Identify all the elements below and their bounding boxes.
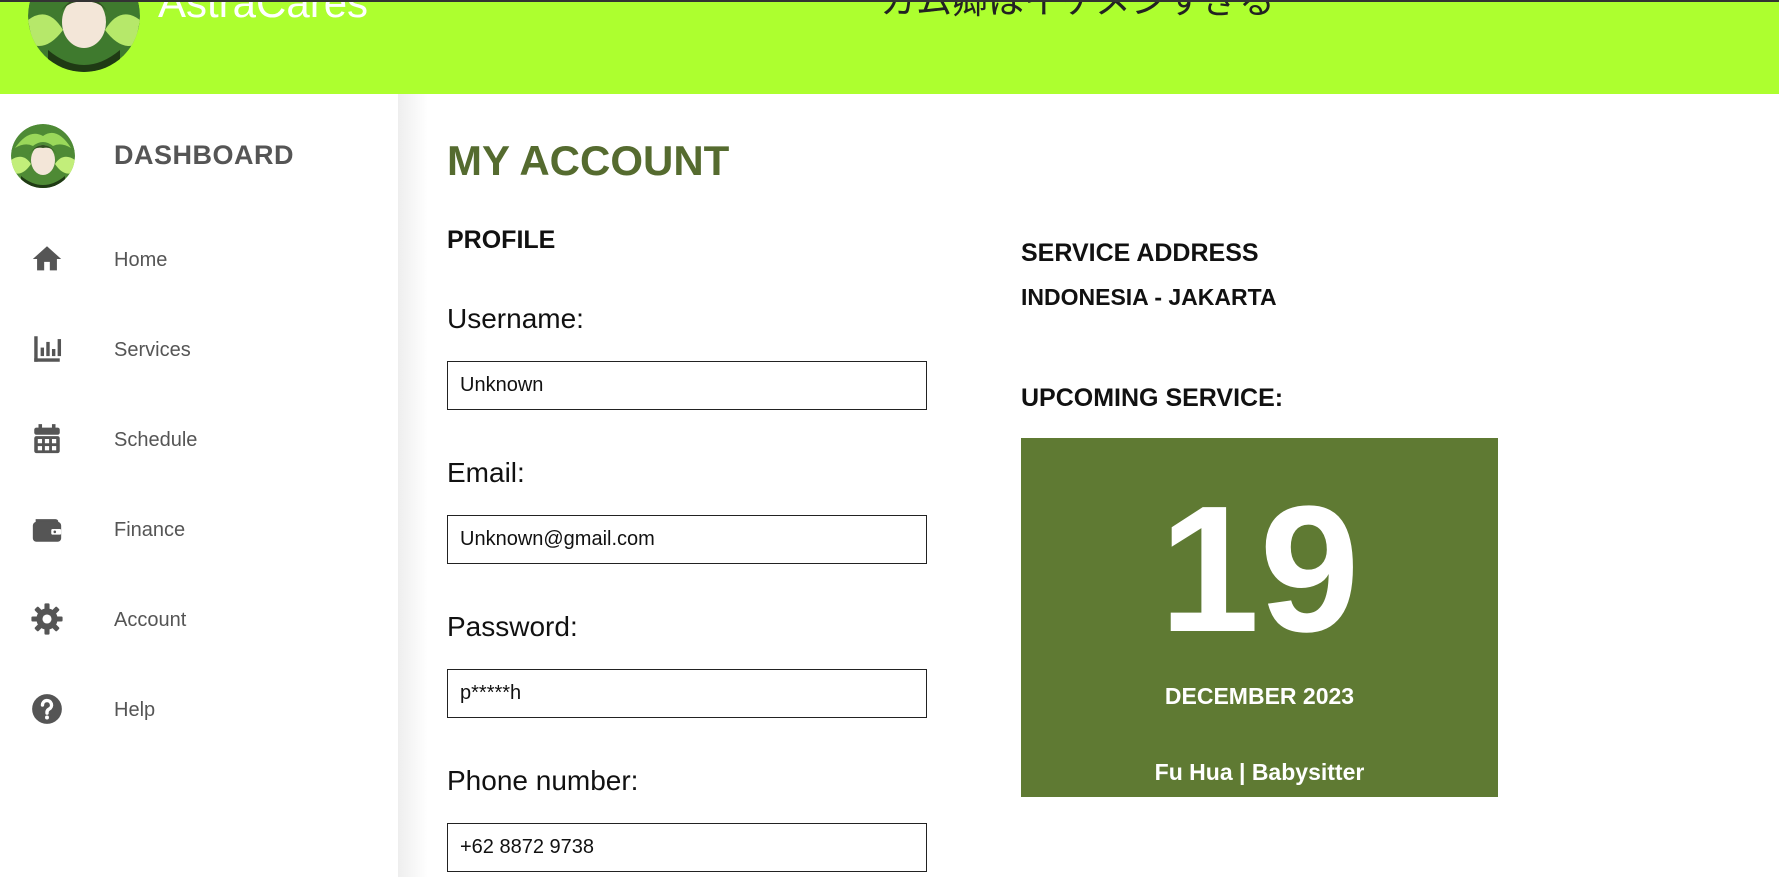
- sidebar-item-label: Services: [114, 339, 191, 361]
- sidebar: DASHBOARD Home Services Schedule Finance…: [0, 94, 398, 877]
- sidebar-item-home[interactable]: Home: [0, 224, 398, 294]
- sidebar-item-account[interactable]: Account: [0, 584, 398, 654]
- password-label: Password:: [447, 611, 578, 642]
- email-field[interactable]: [447, 515, 927, 564]
- sidebar-divider: [398, 94, 428, 877]
- chart-bar-icon: [30, 332, 64, 366]
- upcoming-service-heading: UPCOMING SERVICE:: [1021, 384, 1284, 412]
- email-label: Email:: [447, 457, 525, 488]
- gear-icon: [30, 602, 64, 636]
- sidebar-title: DASHBOARD: [114, 140, 294, 170]
- username-label: Username:: [447, 303, 584, 334]
- sidebar-item-services[interactable]: Services: [0, 314, 398, 384]
- phone-field[interactable]: [447, 823, 927, 872]
- service-month-year: DECEMBER 2023: [1164, 683, 1355, 709]
- question-circle-icon: [30, 692, 64, 726]
- sidebar-item-help[interactable]: Help: [0, 674, 398, 744]
- brand-name[interactable]: AstraCares: [158, 2, 368, 24]
- header-tagline: カム卿はイケメンすぎる: [880, 0, 1275, 22]
- profile-heading: PROFILE: [447, 226, 556, 254]
- home-icon: [30, 242, 64, 276]
- top-header: AstraCares カム卿はイケメンすぎる: [0, 0, 1779, 94]
- sidebar-avatar: [11, 124, 75, 188]
- calendar-icon: [30, 422, 64, 456]
- service-address-heading: SERVICE ADDRESS: [1021, 239, 1259, 267]
- sidebar-item-label: Schedule: [114, 429, 198, 451]
- sidebar-item-label: Home: [114, 249, 168, 271]
- password-field[interactable]: [447, 669, 927, 718]
- phone-label: Phone number:: [447, 765, 639, 796]
- upcoming-service-card[interactable]: 19 DECEMBER 2023 Fu Hua | Babysitter: [1021, 438, 1498, 797]
- service-day: 19: [1159, 469, 1360, 670]
- service-detail: Fu Hua | Babysitter: [1154, 759, 1365, 785]
- sidebar-item-schedule[interactable]: Schedule: [0, 404, 398, 474]
- brand-logo[interactable]: [28, 2, 140, 72]
- sidebar-item-label: Help: [114, 699, 156, 721]
- sidebar-item-label: Finance: [114, 519, 186, 541]
- username-field[interactable]: [447, 361, 927, 410]
- wallet-icon: [30, 512, 64, 546]
- service-address-value: INDONESIA - JAKARTA: [1021, 284, 1277, 310]
- page-title: MY ACCOUNT: [447, 137, 730, 184]
- sidebar-item-label: Account: [114, 609, 187, 631]
- sidebar-item-finance[interactable]: Finance: [0, 494, 398, 564]
